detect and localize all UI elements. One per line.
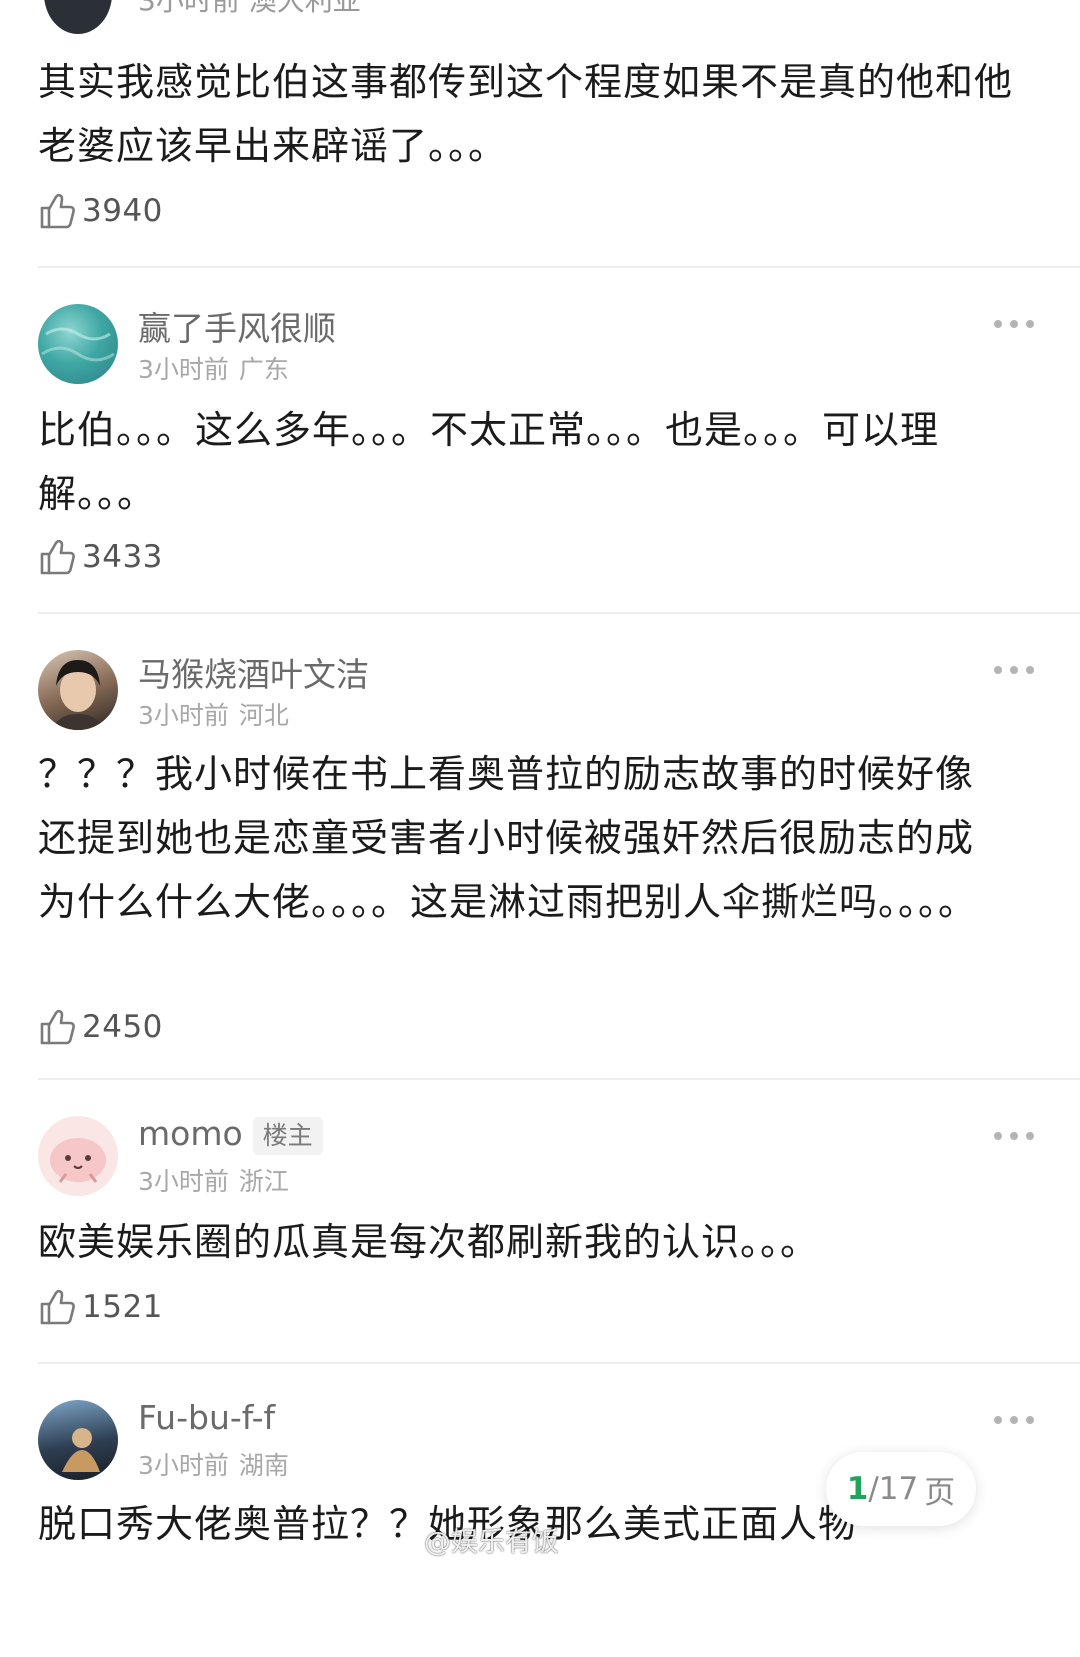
page-current: 1 — [846, 1471, 869, 1507]
username-text: momo — [138, 1114, 243, 1153]
page-unit: 页 — [924, 1474, 956, 1511]
like-count: 1521 — [82, 1289, 163, 1325]
comment-meta: 3小时前 澳大利亚 — [138, 0, 361, 14]
page-total: /17 — [868, 1471, 919, 1507]
comment-meta: 3小时前 河北 — [138, 696, 289, 732]
comment-time: 3小时前 — [138, 1167, 229, 1196]
divider — [38, 1362, 1080, 1364]
watermark: @娱乐有饭 — [424, 1527, 559, 1558]
avatar[interactable] — [38, 304, 118, 384]
comment-location: 湖南 — [238, 1451, 289, 1480]
comment-text: 其实我感觉比伯这事都传到这个程度如果不是真的他和他老婆应该早出来辟谣了。。。 — [38, 60, 1014, 168]
dark-scene-avatar-icon — [62, 1428, 100, 1472]
pink-cartoon-avatar-icon — [50, 1138, 106, 1183]
avatar[interactable] — [38, 1400, 118, 1480]
page-indicator[interactable]: 1/17 页 — [826, 1452, 976, 1526]
avatar[interactable] — [38, 1116, 118, 1196]
comment-location: 广东 — [238, 355, 289, 384]
comment-location: 河北 — [238, 701, 289, 730]
comment-feed: 3小时前 澳大利亚 其实我感觉比伯这事都传到这个程度如果不是真的他和他老婆应该早… — [0, 0, 1080, 1657]
like-count: 3940 — [82, 193, 163, 229]
comment-text: 欧美娱乐圈的瓜真是每次都刷新我的认识。。。 — [38, 1220, 820, 1264]
comment-time: 3小时前 — [138, 355, 229, 384]
thumbs-up-icon — [40, 1009, 75, 1045]
like-button[interactable]: 1521 — [38, 1288, 163, 1326]
more-options-icon[interactable] — [994, 318, 1034, 330]
avatar[interactable] — [38, 650, 118, 730]
more-options-icon[interactable] — [994, 1130, 1034, 1142]
thumbs-up-icon — [40, 1289, 75, 1325]
username[interactable]: 赢了手风很顺 — [138, 302, 336, 350]
divider — [38, 612, 1080, 614]
comment-meta: 3小时前 浙江 — [138, 1162, 289, 1198]
comment-location: 浙江 — [238, 1167, 289, 1196]
like-count: 3433 — [82, 539, 163, 575]
comment-time: 3小时前 — [138, 1451, 229, 1480]
username[interactable]: momo 楼主 — [138, 1114, 323, 1155]
teal-water-avatar-icon — [41, 327, 115, 362]
like-button[interactable]: 3940 — [38, 192, 163, 230]
more-options-icon[interactable] — [994, 664, 1034, 676]
divider — [38, 1078, 1080, 1080]
like-button[interactable]: 3433 — [38, 538, 163, 576]
username[interactable]: 马猴烧酒叶文洁 — [138, 648, 369, 696]
comment-text: 比伯。。。这么多年。。。不太正常。。。也是。。。可以理解。。。 — [38, 408, 940, 516]
comment-text: ？？？我小时候在书上看奥普拉的励志故事的时候好像还提到她也是恋童受害者小时候被强… — [38, 752, 978, 924]
comment-meta: 3小时前 湖南 — [138, 1446, 289, 1482]
username[interactable]: Fu-bu-f-f — [138, 1398, 275, 1437]
comment-meta: 3小时前 广东 — [138, 350, 289, 386]
op-badge: 楼主 — [252, 1116, 323, 1155]
divider — [38, 266, 1080, 268]
thumbs-up-icon — [40, 539, 75, 575]
thumbs-up-icon — [40, 193, 75, 229]
more-options-icon[interactable] — [994, 1414, 1034, 1426]
avatar[interactable] — [44, 0, 112, 34]
woman-portrait-avatar-icon — [52, 660, 104, 730]
like-count: 2450 — [82, 1009, 163, 1045]
like-button[interactable]: 2450 — [38, 1008, 163, 1046]
comment-time: 3小时前 — [138, 701, 229, 730]
